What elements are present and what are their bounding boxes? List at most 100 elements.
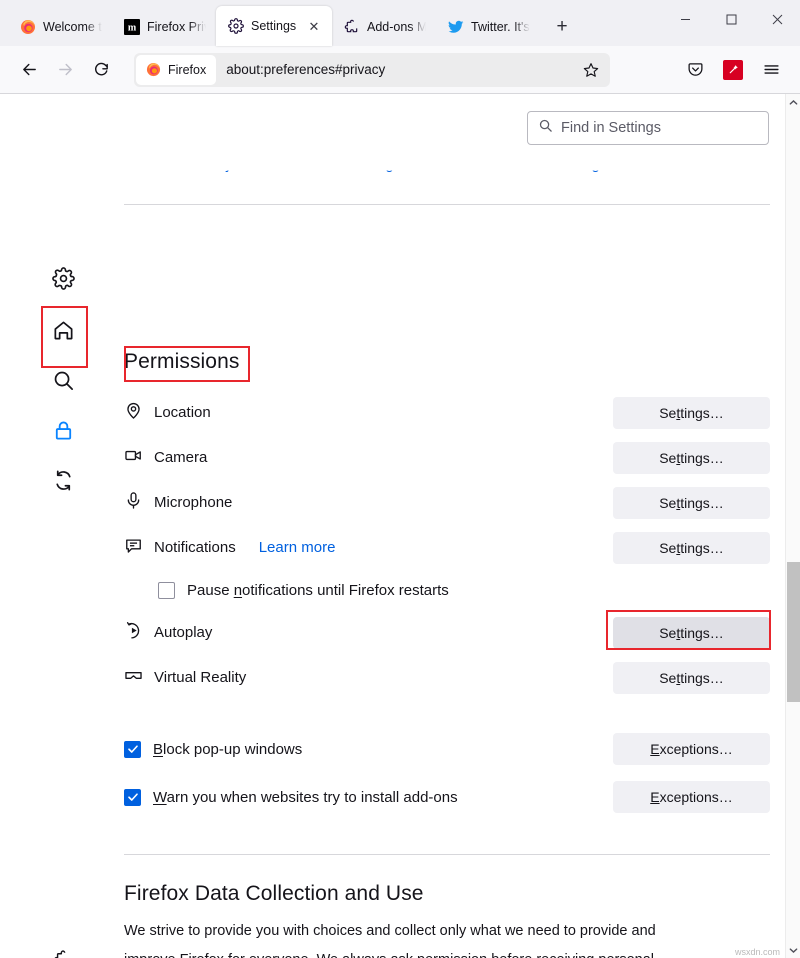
data-collection-section: Firefox Data Collection and Use We striv…: [124, 882, 724, 958]
watermark: wsxdn.com: [735, 947, 780, 957]
minimize-button[interactable]: [662, 0, 708, 38]
microphone-icon: [124, 491, 143, 515]
extension-badge: [723, 60, 743, 80]
navigation-toolbar: Firefox about:preferences#privacy: [0, 46, 800, 94]
button-label: Exceptions…: [650, 741, 733, 757]
toolbar-actions: [678, 53, 788, 87]
warn-addons-checkbox[interactable]: [124, 789, 141, 806]
forward-arrow-icon: [48, 53, 82, 87]
cut-link-a[interactable]: Clear History…: [146, 156, 248, 173]
tab-twitter[interactable]: Twitter. It's: [436, 8, 540, 46]
url-bar[interactable]: Firefox about:preferences#privacy: [134, 53, 610, 87]
block-popups-exceptions-button[interactable]: Exceptions…: [613, 733, 770, 765]
block-popups-checkbox[interactable]: [124, 741, 141, 758]
notification-icon: [124, 536, 143, 560]
permission-row-microphone: Microphone Settings…: [124, 480, 770, 525]
sidebar-item-extensions-themes[interactable]: [46, 944, 80, 958]
permission-row-autoplay: Autoplay Settings…: [124, 610, 770, 655]
permission-label: Location: [154, 404, 211, 421]
button-label: Settings…: [659, 670, 724, 686]
button-label: Exceptions…: [650, 789, 733, 805]
tab-strip: Welcome t m Firefox Priv: [8, 0, 578, 46]
microphone-settings-button[interactable]: Settings…: [613, 487, 770, 519]
adguard-extension-icon[interactable]: [716, 53, 750, 87]
tab-title: Welcome t: [43, 20, 102, 34]
close-button[interactable]: [754, 0, 800, 38]
pocket-icon[interactable]: [678, 53, 712, 87]
pause-notifications-label: Pause notifications until Firefox restar…: [187, 582, 449, 599]
camera-icon: [124, 446, 143, 470]
identity-chip[interactable]: Firefox: [136, 55, 216, 85]
cut-link-c[interactable]: Settings…: [553, 156, 622, 173]
tab-bar: Welcome t m Firefox Priv: [0, 0, 800, 46]
tab-title: Twitter. It's: [471, 20, 530, 34]
permission-label: Notifications: [154, 539, 236, 556]
home-icon: [52, 319, 75, 347]
section-divider-bottom: [124, 854, 770, 855]
back-arrow-icon[interactable]: [12, 53, 46, 87]
scroll-up-button[interactable]: [786, 94, 800, 110]
browser-window: Welcome t m Firefox Priv: [0, 0, 800, 958]
scrollbar-thumb[interactable]: [787, 562, 800, 702]
notifications-settings-button[interactable]: Settings…: [613, 532, 770, 564]
virtual-reality-settings-button[interactable]: Settings…: [613, 662, 770, 694]
lock-icon: [52, 419, 75, 447]
button-label: Settings…: [659, 405, 724, 421]
scroll-down-button[interactable]: [786, 942, 800, 958]
vr-headset-icon: [124, 666, 143, 690]
window-controls: [662, 0, 800, 38]
permission-label-group: Microphone: [124, 491, 232, 515]
extensions-icon: [53, 949, 73, 958]
section-divider-top: [124, 204, 770, 205]
option-row-warn-addons: Warn you when websites try to install ad…: [124, 774, 770, 820]
button-label: Settings…: [659, 625, 724, 641]
permission-label: Camera: [154, 449, 207, 466]
close-icon[interactable]: ✕: [306, 18, 322, 34]
button-label: Settings…: [659, 450, 724, 466]
search-input[interactable]: Find in Settings: [527, 111, 769, 145]
svg-text:m: m: [128, 23, 137, 34]
page-scrollbar[interactable]: [785, 94, 800, 958]
sidebar-item-general[interactable]: [46, 264, 80, 298]
data-collection-heading: Firefox Data Collection and Use: [124, 882, 724, 906]
sidebar-item-home[interactable]: [46, 316, 80, 350]
settings-scroll-area: Find in Settings: [0, 94, 785, 958]
hamburger-menu-icon[interactable]: [754, 53, 788, 87]
gear-icon: [228, 18, 244, 34]
warn-addons-label: Warn you when websites try to install ad…: [153, 789, 458, 806]
location-settings-button[interactable]: Settings…: [613, 397, 770, 429]
tab-firefox-privacy[interactable]: m Firefox Priv: [112, 8, 216, 46]
sidebar-item-sync[interactable]: [46, 466, 80, 500]
new-tab-button[interactable]: +: [546, 11, 578, 43]
url-text[interactable]: about:preferences#privacy: [216, 62, 578, 77]
location-pin-icon: [124, 401, 143, 425]
tab-title: Settings: [251, 19, 299, 33]
reload-icon[interactable]: [84, 53, 118, 87]
star-icon[interactable]: [578, 57, 604, 83]
cut-link-b[interactable]: Manage Data…: [348, 156, 453, 173]
search-icon: [538, 118, 553, 138]
button-label: Settings…: [659, 495, 724, 511]
permission-row-location: Location Settings…: [124, 390, 770, 435]
sidebar-item-search[interactable]: [46, 366, 80, 400]
permission-row-camera: Camera Settings…: [124, 435, 770, 480]
warn-addons-exceptions-button[interactable]: Exceptions…: [613, 781, 770, 813]
identity-label: Firefox: [168, 63, 206, 77]
sidebar-item-privacy-security[interactable]: [46, 416, 80, 450]
notifications-learn-more-link[interactable]: Learn more: [259, 539, 336, 556]
search-settings-row: Find in Settings: [527, 111, 769, 145]
tab-welcome[interactable]: Welcome t: [8, 8, 112, 46]
tab-settings[interactable]: Settings ✕: [216, 6, 332, 46]
autoplay-icon: [124, 621, 143, 645]
data-collection-body: We strive to provide you with choices an…: [124, 917, 706, 958]
camera-settings-button[interactable]: Settings…: [613, 442, 770, 474]
maximize-button[interactable]: [708, 0, 754, 38]
twitter-bird-icon: [448, 19, 464, 35]
autoplay-settings-button[interactable]: Settings…: [613, 617, 770, 649]
pause-notifications-checkbox[interactable]: [158, 582, 175, 599]
tab-addons[interactable]: Add-ons M: [332, 8, 436, 46]
permission-label-group: Notifications Learn more: [124, 536, 335, 560]
sync-icon: [52, 469, 75, 497]
puzzle-piece-icon: [344, 19, 360, 35]
pause-notifications-row[interactable]: Pause notifications until Firefox restar…: [124, 570, 770, 610]
